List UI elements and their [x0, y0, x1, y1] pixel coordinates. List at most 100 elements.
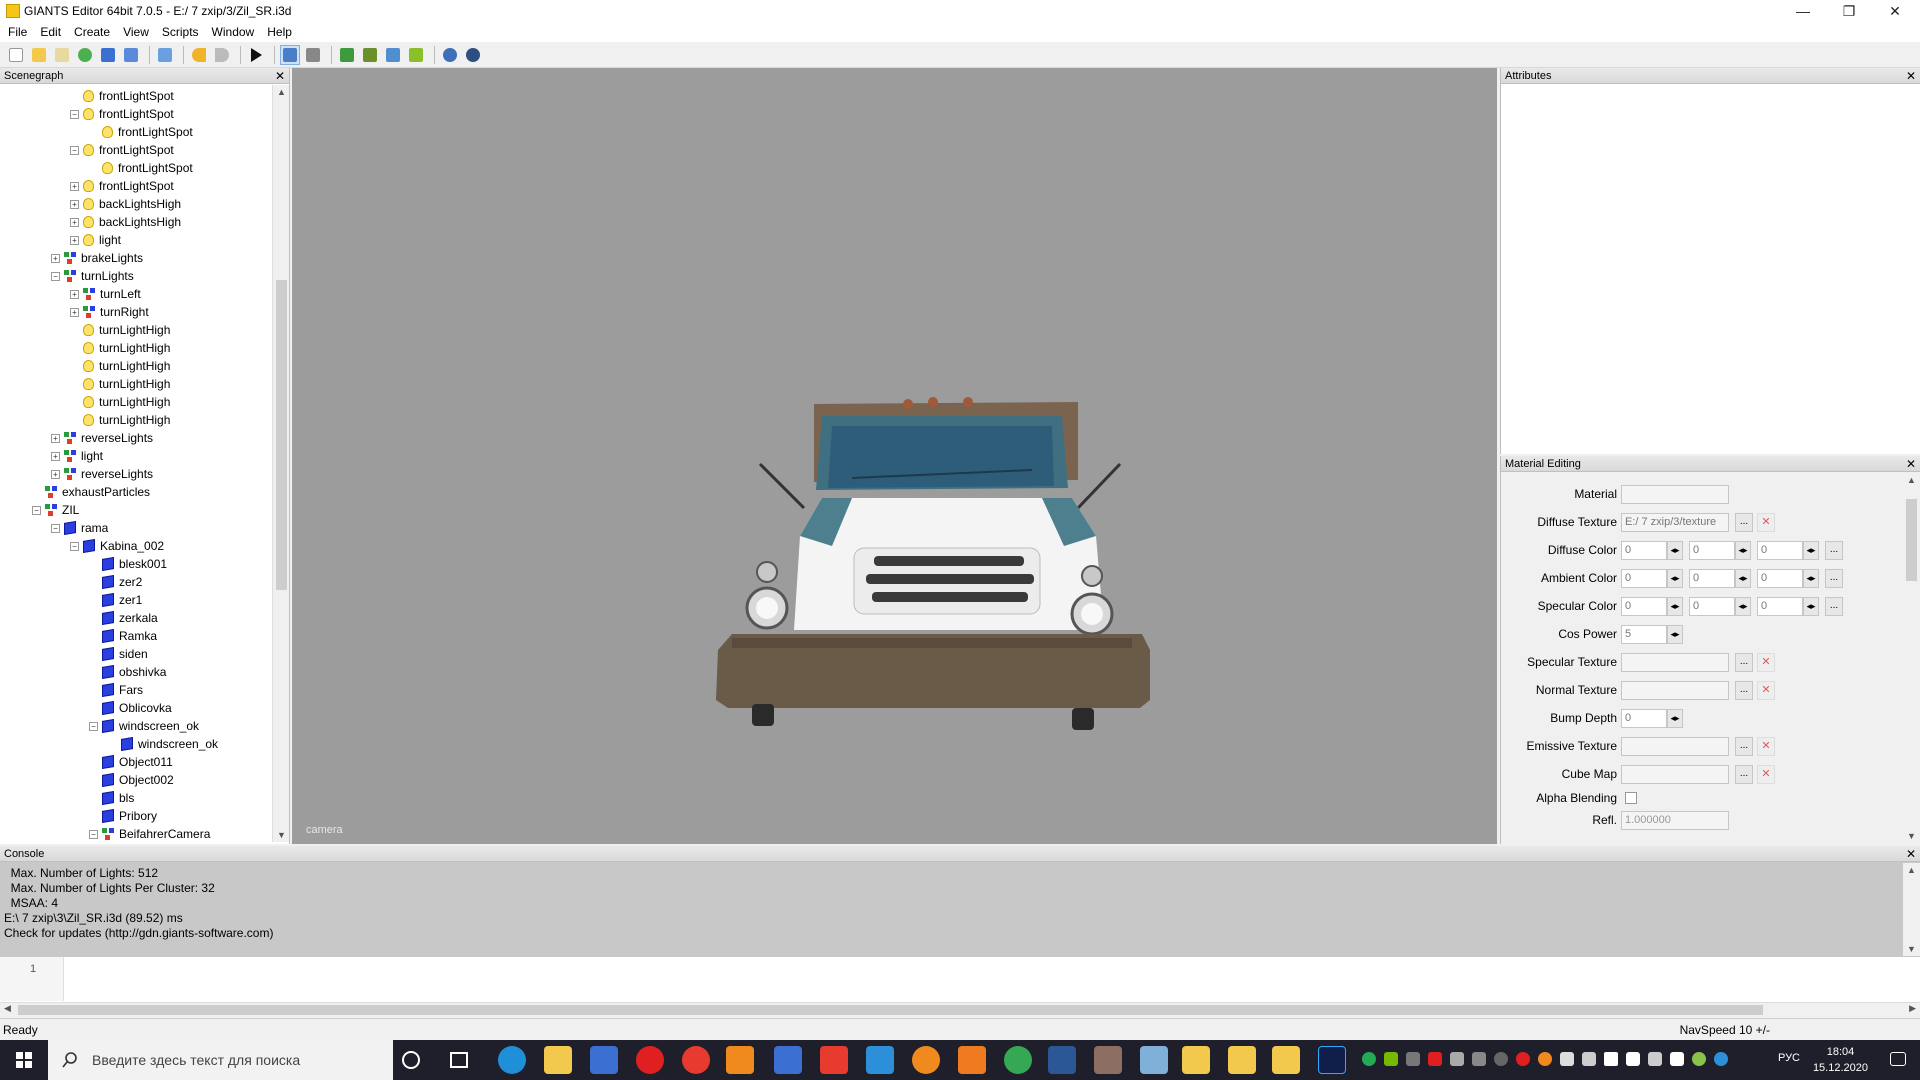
select-mode-button[interactable] [280, 44, 300, 65]
open-file-button[interactable] [29, 45, 49, 65]
maximize-button[interactable]: ❐ [1826, 0, 1872, 22]
tree-node[interactable]: Ramka [89, 627, 157, 645]
store-icon[interactable] [590, 1046, 618, 1074]
tree-node[interactable]: siden [89, 645, 148, 663]
tree-node[interactable]: − frontLightSpot [70, 141, 174, 159]
spin-arrows-icon[interactable]: ◂▸ [1735, 568, 1751, 588]
tray-meter-icon[interactable] [1406, 1052, 1420, 1066]
tree-node[interactable]: + light [51, 447, 103, 465]
ambient-color-picker-button[interactable]: ... [1825, 568, 1843, 588]
tree-node[interactable]: turnLightHigh [70, 393, 170, 411]
tree-node[interactable]: − rama [51, 519, 108, 537]
advanced-settings-button[interactable] [463, 45, 483, 65]
tree-node[interactable]: obshivka [89, 663, 166, 681]
spin-arrows-icon[interactable]: ◂▸ [1667, 568, 1683, 588]
diffuse-color-g[interactable]: 0 [1689, 540, 1735, 560]
collapse-icon[interactable]: − [70, 109, 79, 119]
tree-node[interactable]: zer1 [89, 591, 142, 609]
taskbar-search[interactable]: Введите здесь текст для поиска [48, 1040, 393, 1080]
scroll-thumb[interactable] [18, 1005, 1763, 1015]
msi-icon[interactable] [1428, 1052, 1442, 1066]
close-button[interactable]: ✕ [1872, 0, 1918, 22]
tray-tool-icon[interactable] [1450, 1052, 1464, 1066]
scenegraph-tree[interactable]: frontLightSpot − frontLightSpot frontLightS… [0, 85, 272, 842]
tray-help-icon[interactable] [1494, 1052, 1508, 1066]
tree-node[interactable]: turnLightHigh [70, 411, 170, 429]
file-explorer-icon[interactable] [544, 1046, 572, 1074]
menu-help[interactable]: Help [267, 25, 292, 39]
tree-node[interactable]: + light [70, 231, 121, 249]
bump-depth-field[interactable]: 0 [1621, 708, 1667, 728]
close-icon[interactable]: ✕ [1906, 456, 1916, 472]
menu-view[interactable]: View [123, 25, 149, 39]
minimize-button[interactable]: — [1780, 0, 1826, 22]
giants-editor-icon[interactable] [774, 1046, 802, 1074]
spin-arrows-icon[interactable]: ◂▸ [1803, 540, 1819, 560]
menu-scripts[interactable]: Scripts [162, 25, 199, 39]
browse-diffuse-texture-button[interactable]: ... [1735, 512, 1753, 532]
tree-node[interactable]: Fars [89, 681, 143, 699]
folder-app-2-icon[interactable] [1272, 1046, 1300, 1074]
3d-viewport[interactable]: camera [292, 68, 1497, 844]
tray-network-icon[interactable] [1472, 1052, 1486, 1066]
spin-arrows-icon[interactable]: ◂▸ [1667, 540, 1683, 560]
ambient-color-g[interactable]: 0 [1689, 568, 1735, 588]
sticky-notes-icon[interactable] [1182, 1046, 1210, 1074]
tree-node[interactable]: + backLightsHigh [70, 195, 181, 213]
tree-node[interactable]: zer2 [89, 573, 142, 591]
tree-node[interactable]: + frontLightSpot [70, 177, 174, 195]
diffuse-texture-field[interactable]: E:/ 7 zxip/3/texture [1621, 512, 1729, 532]
tree-node[interactable]: Object011 [89, 753, 173, 771]
play-button[interactable] [246, 45, 266, 65]
collapse-icon[interactable]: − [70, 145, 79, 155]
expand-icon[interactable]: + [70, 181, 79, 191]
foliage-button[interactable] [383, 45, 403, 65]
collapse-icon[interactable]: − [32, 505, 41, 515]
ambient-color-b[interactable]: 0 [1757, 568, 1803, 588]
yandex-icon[interactable] [820, 1046, 848, 1074]
language-indicator[interactable]: РУС [1778, 1052, 1800, 1064]
emissive-texture-field[interactable] [1621, 736, 1729, 756]
network-icon[interactable] [1670, 1052, 1684, 1066]
tree-node[interactable]: + turnLeft [70, 285, 141, 303]
tree-node[interactable]: − windscreen_ok [89, 717, 199, 735]
scroll-left-icon[interactable]: ◀ [4, 1003, 11, 1014]
clear-diffuse-texture-button[interactable]: ✕ [1757, 512, 1775, 532]
export-button[interactable] [121, 45, 141, 65]
edge-icon[interactable] [498, 1046, 526, 1074]
tree-node[interactable]: + brakeLights [51, 249, 143, 267]
spin-arrows-icon[interactable]: ◂▸ [1735, 596, 1751, 616]
nvidia-icon[interactable] [1384, 1052, 1398, 1066]
tree-node[interactable]: Oblicovka [89, 699, 172, 717]
scroll-right-icon[interactable]: ▶ [1909, 1003, 1916, 1014]
save-button[interactable] [98, 45, 118, 65]
spin-arrows-icon[interactable]: ◂▸ [1667, 708, 1683, 728]
collapse-icon[interactable]: − [51, 271, 60, 281]
expand-icon[interactable]: + [70, 289, 79, 299]
opera-icon[interactable] [636, 1046, 664, 1074]
close-icon[interactable]: ✕ [1906, 846, 1916, 862]
reload-button[interactable] [75, 45, 95, 65]
system-clock[interactable]: 18:04 15.12.2020 [1813, 1044, 1868, 1076]
new-file-button[interactable] [6, 45, 26, 65]
specular-color-g[interactable]: 0 [1689, 596, 1735, 616]
expand-icon[interactable]: + [70, 217, 79, 227]
tree-node[interactable]: frontLightSpot [89, 159, 193, 177]
tray-opera-icon[interactable] [1516, 1052, 1530, 1066]
spin-arrows-icon[interactable]: ◂▸ [1667, 596, 1683, 616]
scroll-down-icon[interactable]: ▼ [277, 830, 286, 840]
clear-emissive-texture-button[interactable]: ✕ [1757, 736, 1775, 756]
cos-power-field[interactable]: 5 [1621, 624, 1667, 644]
spin-arrows-icon[interactable]: ◂▸ [1803, 596, 1819, 616]
ambient-color-r[interactable]: 0 [1621, 568, 1667, 588]
alpha-blending-checkbox[interactable] [1625, 792, 1637, 804]
task-view-icon[interactable] [450, 1052, 468, 1068]
tray-status-icon[interactable] [1692, 1052, 1706, 1066]
tree-node[interactable]: Pribory [89, 807, 157, 825]
start-button[interactable] [0, 1040, 48, 1080]
tree-node[interactable]: − turnLights [51, 267, 134, 285]
notification-center-icon[interactable] [1890, 1052, 1906, 1066]
undo-button[interactable] [189, 45, 209, 65]
redo-button[interactable] [212, 45, 232, 65]
browse-specular-texture-button[interactable]: ... [1735, 652, 1753, 672]
